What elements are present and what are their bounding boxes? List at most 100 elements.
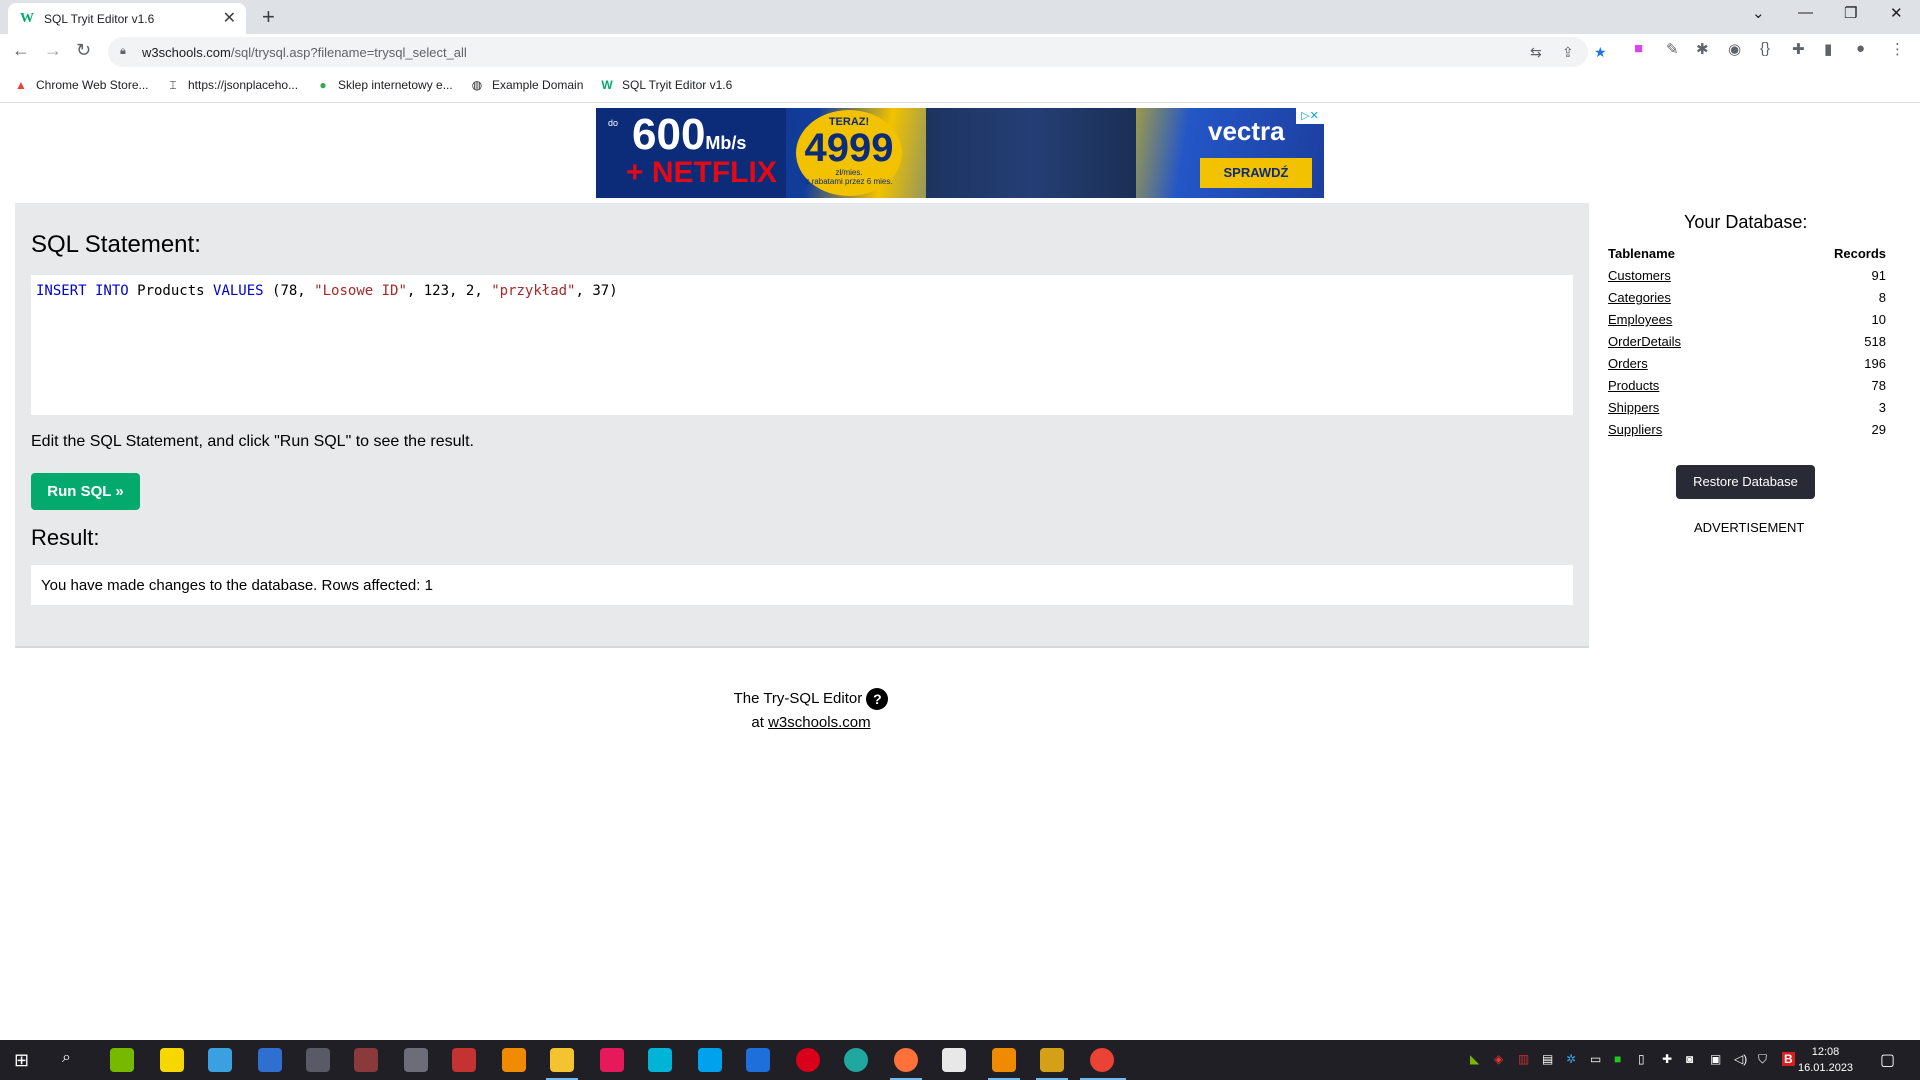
- record-count: 10: [1871, 312, 1886, 327]
- extension-color-icon[interactable]: ■: [1634, 40, 1643, 57]
- winrar-icon[interactable]: [452, 1048, 476, 1072]
- file-explorer-icon[interactable]: [550, 1048, 574, 1072]
- opera-icon[interactable]: [796, 1048, 820, 1072]
- database-title: Your Database:: [1684, 212, 1808, 232]
- table-link[interactable]: Suppliers: [1608, 422, 1662, 437]
- table-link[interactable]: OrderDetails: [1608, 334, 1681, 349]
- help-icon[interactable]: ?: [866, 688, 889, 710]
- restore-window-button[interactable]: ❐: [1844, 4, 1857, 22]
- extension-icon[interactable]: ✱: [1696, 40, 1709, 58]
- vlc-icon[interactable]: [502, 1048, 526, 1072]
- usb-icon[interactable]: ▯: [1638, 1052, 1645, 1066]
- sql-statement-heading: SQL Statement:: [31, 231, 201, 258]
- firefox-dev-icon[interactable]: [746, 1048, 770, 1072]
- bookmark-star-icon[interactable]: ★: [1594, 44, 1607, 61]
- run-sql-button[interactable]: Run SQL »: [31, 473, 140, 510]
- ad-close-icon[interactable]: ▷✕: [1296, 108, 1324, 124]
- nvidia-icon[interactable]: [110, 1048, 134, 1072]
- skype-icon[interactable]: [698, 1048, 722, 1072]
- chrome-icon[interactable]: [1090, 1048, 1114, 1072]
- profile-avatar-icon[interactable]: ●: [1856, 40, 1865, 57]
- table-row: Shippers 3: [1608, 400, 1886, 422]
- bookmark-item[interactable]: ▲ Chrome Web Store...: [14, 78, 148, 92]
- footer: The Try-SQL Editor ? at w3schools.com: [0, 688, 1622, 731]
- address-bar[interactable]: 🔒︎ w3schools.com/sql/trysql.asp?filename…: [108, 37, 1607, 67]
- tray-app-icon[interactable]: B: [1782, 1052, 1795, 1066]
- shield-icon[interactable]: ⛉: [1758, 1052, 1767, 1067]
- bookmark-item[interactable]: ⌶ https://jsonplaceho...: [166, 78, 298, 93]
- bookmarks-bar: ▲ Chrome Web Store... ⌶ https://jsonplaceh…: [0, 70, 1920, 103]
- bookmark-item[interactable]: ● Sklep internetowy e...: [316, 78, 452, 92]
- translate-icon[interactable]: ⇆: [1530, 44, 1542, 61]
- app-icon[interactable]: [942, 1048, 966, 1072]
- back-arrow-icon[interactable]: ←: [12, 40, 30, 61]
- browser-tab[interactable]: W SQL Tryit Editor v1.6 ✕: [8, 3, 246, 34]
- tab-search-icon[interactable]: ⌄: [1752, 4, 1765, 22]
- windows-start-icon[interactable]: ⊞: [14, 1050, 29, 1071]
- sticky-notes-icon[interactable]: [160, 1048, 184, 1072]
- tray-app-icon[interactable]: ▭: [1590, 1052, 1601, 1066]
- tray-app-icon[interactable]: ◈: [1494, 1052, 1503, 1066]
- app-icon[interactable]: [306, 1048, 330, 1072]
- reload-icon[interactable]: ↻: [76, 40, 91, 61]
- table-link[interactable]: Employees: [1608, 312, 1672, 327]
- security-icon[interactable]: ✚: [1662, 1052, 1672, 1066]
- record-count: 196: [1864, 356, 1886, 371]
- notifications-icon[interactable]: ▢: [1880, 1050, 1895, 1070]
- result-box: You have made changes to the database. R…: [31, 565, 1573, 605]
- search-icon[interactable]: ⌕: [62, 1049, 71, 1067]
- json-icon[interactable]: {}: [1760, 40, 1770, 57]
- result-heading: Result:: [31, 525, 100, 550]
- table-link[interactable]: Shippers: [1608, 400, 1659, 415]
- edge-icon[interactable]: [844, 1048, 868, 1072]
- table-link[interactable]: Customers: [1608, 268, 1671, 283]
- media-player-icon[interactable]: [600, 1048, 624, 1072]
- calculator-icon[interactable]: [404, 1048, 428, 1072]
- app-icon[interactable]: [992, 1048, 1016, 1072]
- firefox-icon[interactable]: [894, 1048, 918, 1072]
- tray-app-icon[interactable]: ✲: [1566, 1052, 1576, 1066]
- sql-editor[interactable]: INSERT INTO Products VALUES (78, "Losowe…: [31, 275, 1573, 415]
- record-count: 29: [1871, 422, 1886, 437]
- headphones-icon[interactable]: [648, 1048, 672, 1072]
- bookmark-item[interactable]: ◍ Example Domain: [470, 78, 584, 92]
- table-link[interactable]: Orders: [1608, 356, 1648, 371]
- minimize-button[interactable]: —: [1798, 4, 1813, 21]
- computer-icon[interactable]: [208, 1048, 232, 1072]
- system-clock[interactable]: 12:08 16.01.2023: [1798, 1044, 1853, 1076]
- close-window-button[interactable]: ✕: [1890, 4, 1903, 22]
- tray-app-icon[interactable]: ▤: [1542, 1052, 1553, 1066]
- table-link[interactable]: Products: [1608, 378, 1659, 393]
- app-icon[interactable]: [258, 1048, 282, 1072]
- app-icon[interactable]: [354, 1048, 378, 1072]
- puzzle-icon[interactable]: ✚: [1792, 40, 1805, 58]
- volume-icon[interactable]: ◁): [1734, 1052, 1747, 1066]
- ad-banner[interactable]: do 600Mb/s + NETFLIX TERAZ! 4999 zł/mies…: [596, 108, 1324, 198]
- winrar-tray-icon[interactable]: ▥: [1518, 1052, 1529, 1066]
- forward-arrow-icon[interactable]: →: [44, 40, 62, 61]
- network-icon[interactable]: ▣: [1710, 1052, 1721, 1066]
- page-icon: ⌶: [169, 78, 177, 92]
- eyedropper-icon[interactable]: ✎: [1666, 40, 1679, 58]
- menu-kebab-icon[interactable]: ⋮: [1890, 40, 1905, 58]
- tray-app-icon[interactable]: ■: [1614, 1052, 1621, 1066]
- close-tab-icon[interactable]: ✕: [223, 8, 236, 28]
- ad-cta-button[interactable]: SPRAWDŹ: [1200, 158, 1312, 188]
- app-icon[interactable]: [1040, 1048, 1064, 1072]
- restore-database-button[interactable]: Restore Database: [1676, 465, 1815, 499]
- table-link[interactable]: Categories: [1608, 290, 1671, 305]
- side-panel-icon[interactable]: ▮: [1824, 40, 1832, 58]
- camera-icon[interactable]: ◉: [1728, 40, 1741, 58]
- table-row: Customers 91: [1608, 268, 1886, 290]
- share-icon[interactable]: ⇪: [1562, 44, 1574, 61]
- table-row: Products 78: [1608, 378, 1886, 400]
- new-tab-button[interactable]: +: [262, 4, 275, 30]
- tray-app-icon[interactable]: ◙: [1686, 1052, 1693, 1066]
- nvidia-tray-icon[interactable]: ◣: [1470, 1052, 1479, 1066]
- w3schools-link[interactable]: w3schools.com: [768, 714, 871, 731]
- database-table: Tablename Records Customers 91 Categories…: [1608, 246, 1886, 444]
- shop-icon: ●: [319, 78, 327, 92]
- bookmark-item[interactable]: W SQL Tryit Editor v1.6: [600, 78, 732, 92]
- table-row: Orders 196: [1608, 356, 1886, 378]
- clock-date: 16.01.2023: [1798, 1062, 1854, 1074]
